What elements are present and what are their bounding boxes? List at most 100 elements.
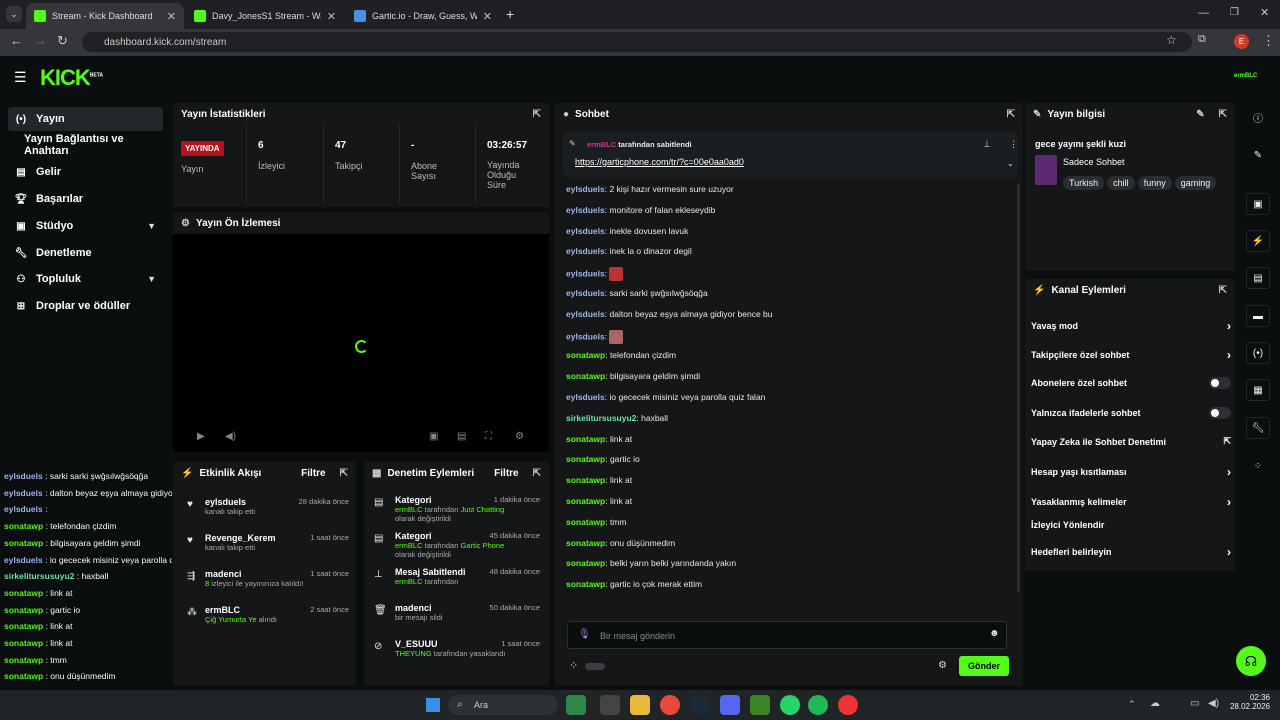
chat-input[interactable]: 🎙︎ Bir mesaj gönderin ☻ (567, 621, 1007, 649)
popout-icon[interactable]: ⇱ (1219, 285, 1227, 296)
spotify-icon[interactable] (808, 695, 828, 715)
tab-gartic[interactable]: Gartic.io - Draw, Guess, WIN ✕ (346, 3, 500, 29)
chat-username[interactable]: sirkelitursusuyu2 (566, 413, 636, 423)
channel-action-item[interactable]: Yasaklanmış kelimeler › (1031, 495, 1231, 509)
theater-icon[interactable]: ▤ (457, 431, 466, 442)
chat-username[interactable]: eylsduels (566, 184, 605, 194)
profile-avatar[interactable]: E (1234, 34, 1249, 49)
discord-icon[interactable] (720, 695, 740, 715)
taskview-icon[interactable] (600, 695, 620, 715)
volume-tray-icon[interactable]: ◀︎) (1208, 698, 1219, 709)
popout-icon[interactable]: ⇱ (533, 468, 541, 479)
unpin-icon[interactable]: ⊥ (983, 139, 991, 150)
edit-icon[interactable]: ✎ (1196, 109, 1204, 120)
channel-action-item[interactable]: Hedefleri belirleyin › (1031, 545, 1231, 559)
sidebar-item-yayin[interactable]: (•) Yayın (8, 107, 163, 131)
chrome-icon[interactable] (660, 695, 680, 715)
taskbar-search[interactable]: ⌕ Ara (448, 695, 558, 715)
extensions-icon[interactable]: ⧉ (1198, 33, 1206, 46)
points-rail-icon[interactable]: ⁘ (1246, 455, 1270, 477)
forward-icon[interactable]: → (34, 33, 47, 48)
sidebar-item-studyo[interactable]: ▣ Stüdyo ▼ (8, 214, 168, 238)
channel-action-item[interactable]: Yalnızca ifadelerle sohbet (1031, 407, 1231, 419)
chat-settings-icon[interactable]: ⚙ (938, 660, 947, 671)
chat-username[interactable]: eylsduels (566, 268, 605, 278)
chat-username[interactable]: eylsduels (566, 226, 605, 236)
network-icon[interactable]: ▭ (1190, 698, 1199, 709)
emoji-icon[interactable]: ☻ (989, 628, 1000, 639)
more-icon[interactable]: ⋮ (1009, 139, 1018, 150)
chat-username[interactable]: sonatawp (566, 558, 605, 568)
chat-username[interactable]: sonatawp (566, 371, 605, 381)
close-tab-icon[interactable]: ✕ (483, 10, 492, 23)
mic-icon[interactable]: 🎙︎ (578, 629, 591, 640)
channel-action-item[interactable]: İzleyici Yönlendir (1031, 520, 1231, 530)
broadcast-rail-icon[interactable]: (•) (1246, 342, 1270, 364)
tab-list-icon[interactable]: ⌄ (6, 6, 22, 22)
chat-username[interactable]: eylsduels (566, 309, 605, 319)
list-rail-icon[interactable]: ▤ (1246, 267, 1270, 289)
app-icon[interactable] (838, 695, 858, 715)
close-tab-icon[interactable]: ✕ (167, 10, 176, 23)
browser-menu-icon[interactable]: ⋮ (1262, 33, 1275, 49)
reload-icon[interactable]: ↻ (57, 33, 68, 49)
taskbar-app-icon[interactable] (566, 695, 586, 715)
chat-username[interactable]: eylsduels (566, 205, 605, 215)
chat-username[interactable]: sonatawp (566, 454, 605, 464)
sidebar-item-basarilar[interactable]: 🏆︎ Başarılar (8, 187, 83, 211)
chat-username[interactable]: eylsduels (566, 246, 605, 256)
tag[interactable]: chill (1107, 176, 1135, 190)
volume-icon[interactable]: ◀︎) (225, 431, 236, 442)
lightning-rail-icon[interactable]: ⚡ (1246, 230, 1270, 252)
popout-icon[interactable]: ⇱ (1007, 109, 1015, 120)
tag[interactable]: Turkish (1063, 176, 1105, 190)
toggle-switch[interactable] (1209, 377, 1231, 389)
chat-scrollbar[interactable] (1017, 183, 1020, 593)
chat-rail-icon[interactable]: ▬ (1246, 305, 1270, 327)
channel-action-item[interactable]: Yavaş mod › (1031, 319, 1231, 333)
bookmark-star-icon[interactable]: ☆ (1166, 33, 1177, 47)
popout-icon[interactable]: ⇱ (340, 468, 348, 479)
hamburger-menu-icon[interactable]: ☰ (14, 69, 27, 86)
chat-username[interactable]: sonatawp (566, 475, 605, 485)
windows-start-icon[interactable] (426, 698, 440, 712)
wrench-rail-icon[interactable]: 🔧︎ (1246, 417, 1270, 439)
file-explorer-icon[interactable] (630, 695, 650, 715)
popout-icon[interactable]: ⇱ (533, 109, 541, 120)
chat-username[interactable]: eylsduels (566, 288, 605, 298)
window-close-icon[interactable]: ✕ (1260, 6, 1269, 19)
settings-gear-icon[interactable]: ⚙ (515, 431, 524, 442)
tab-stream-dashboard[interactable]: Stream - Kick Dashboard ✕ (26, 3, 184, 29)
chat-username[interactable]: sonatawp (566, 350, 605, 360)
sidebar-item-topluluk[interactable]: ⚇ Topluluk ▼ (8, 267, 168, 291)
clock[interactable]: 02:36 28.02.2026 (1226, 693, 1270, 711)
tray-chevron-icon[interactable]: ⌃ (1128, 699, 1136, 710)
sidebar-item-gelir[interactable]: ▤ Gelir (8, 160, 61, 184)
info-rail-icon[interactable]: ⓘ (1246, 106, 1270, 128)
tray-icon[interactable]: ☁ (1150, 698, 1160, 709)
screen-rail-icon[interactable]: ▣ (1246, 193, 1270, 215)
close-tab-icon[interactable]: ✕ (327, 10, 336, 23)
chat-username[interactable]: sonatawp (566, 496, 605, 506)
sidebar-item-stream-key[interactable]: Yayın Bağlantısı ve Anahtarı (18, 133, 170, 157)
filter-button[interactable]: Filtre (301, 468, 325, 479)
minecraft-icon[interactable] (750, 695, 770, 715)
chat-username[interactable]: sonatawp (566, 517, 605, 527)
pip-icon[interactable]: ▣ (429, 431, 438, 442)
pencil-rail-icon[interactable]: ✎ (1246, 144, 1270, 166)
support-headset-icon[interactable]: ☊ (1236, 646, 1266, 676)
channel-action-item[interactable]: Takipçilere özel sohbet › (1031, 348, 1231, 362)
chat-username[interactable]: sonatawp (566, 538, 605, 548)
chat-username[interactable]: eylsduels (566, 392, 605, 402)
popout-icon[interactable]: ⇱ (1219, 109, 1227, 120)
steam-icon[interactable] (690, 695, 710, 715)
maximize-icon[interactable]: ❐ (1230, 7, 1239, 18)
tag[interactable]: gaming (1174, 176, 1217, 190)
channel-action-item[interactable]: Yapay Zeka ile Sohbet Denetimi ⇱ (1031, 436, 1231, 447)
user-badge[interactable]: ermBLC (1234, 73, 1257, 79)
new-tab-icon[interactable]: + (506, 6, 514, 22)
tag[interactable]: funny (1137, 176, 1172, 190)
back-icon[interactable]: ← (10, 33, 23, 48)
sidebar-item-droplar[interactable]: ⊞ Droplar ve ödüller (8, 294, 130, 318)
chevron-down-icon[interactable]: ⌄ (1007, 159, 1014, 168)
